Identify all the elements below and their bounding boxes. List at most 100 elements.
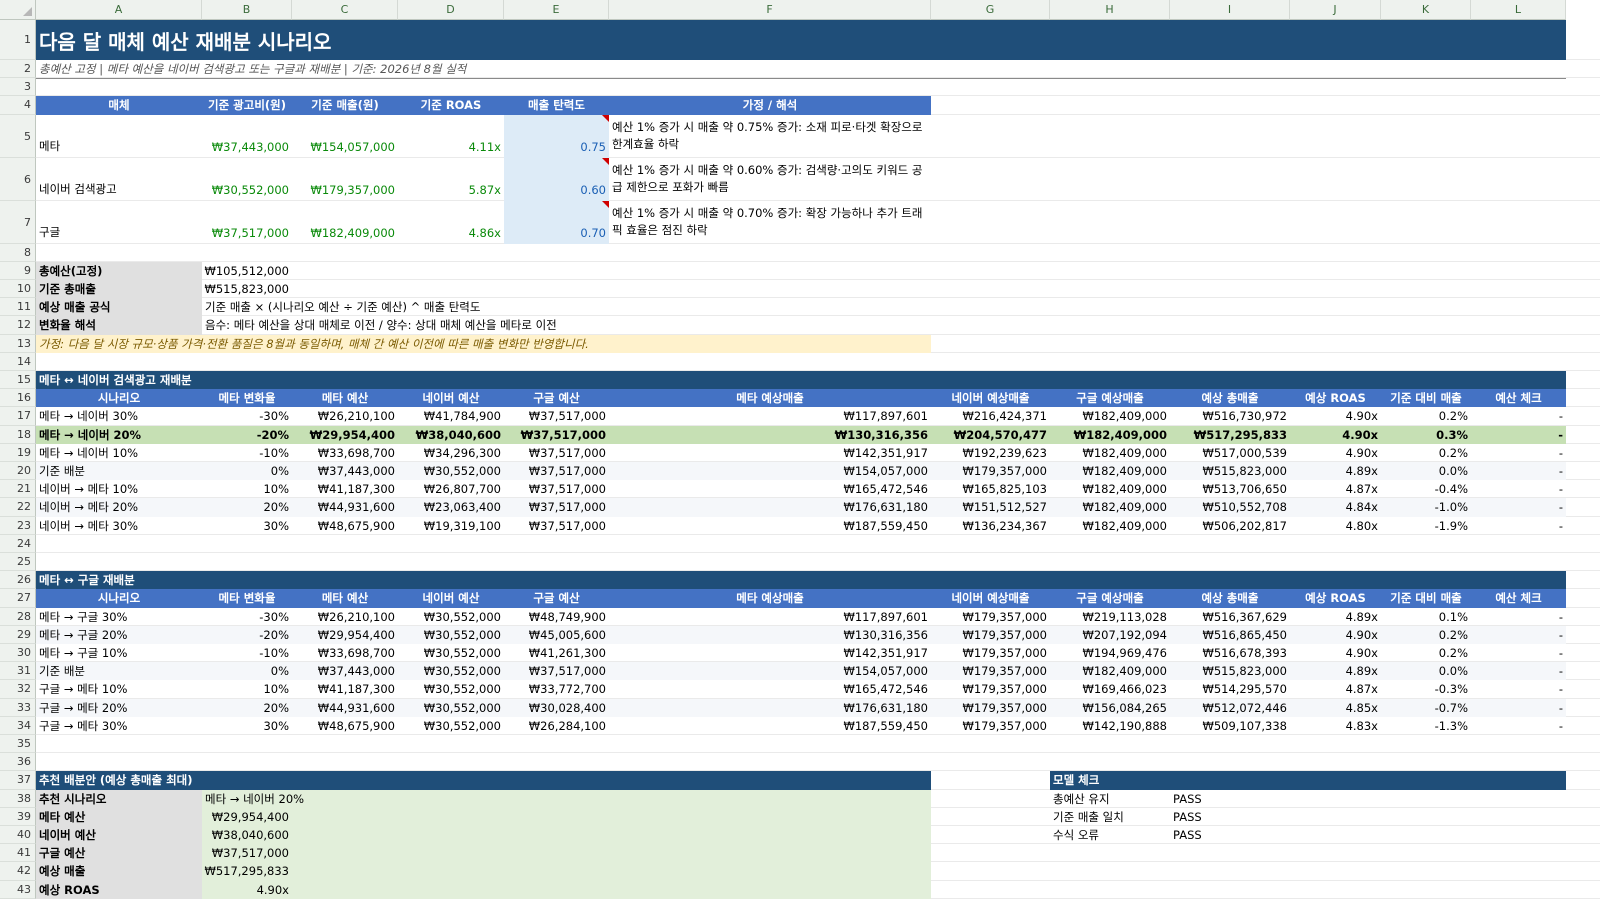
scenario-value[interactable]: 0.2% (1381, 644, 1471, 662)
scenario-header-cell[interactable]: 기준 대비 매출 (1381, 589, 1471, 607)
scenario-value[interactable]: - (1471, 462, 1566, 480)
scenario-value[interactable]: ₩30,552,000 (398, 626, 504, 644)
row-header[interactable]: 12 (0, 316, 36, 335)
column-header-l[interactable]: L (1471, 0, 1566, 20)
scenario-value[interactable]: ₩517,000,539 (1170, 444, 1290, 462)
recommend-value[interactable]: ₩517,295,833 (202, 862, 292, 880)
row-header[interactable]: 29 (0, 625, 36, 644)
scenario-value[interactable]: -1.9% (1381, 517, 1471, 535)
recommend-value[interactable]: ₩38,040,600 (202, 826, 292, 844)
scenario-value[interactable]: ₩179,357,000 (931, 699, 1050, 717)
info-label[interactable]: 예상 매출 공식 (36, 298, 202, 316)
scenario-value[interactable]: -10% (202, 644, 292, 662)
scenario-value[interactable]: ₩34,296,300 (398, 444, 504, 462)
baseline-header-cell[interactable]: 매체 (36, 96, 202, 114)
scenario-value[interactable]: ₩182,409,000 (1050, 480, 1170, 498)
row-header[interactable]: 37 (0, 771, 36, 790)
scenario-header-cell[interactable]: 예상 ROAS (1290, 389, 1381, 407)
scenario-header-cell[interactable]: 메타 예산 (292, 589, 398, 607)
column-header-j[interactable]: J (1290, 0, 1381, 20)
row-header[interactable]: 2 (0, 60, 36, 79)
column-header-b[interactable]: B (202, 0, 292, 20)
scenario-header-cell[interactable]: 메타 변화율 (202, 389, 292, 407)
scenario-value[interactable]: ₩142,351,917 (609, 444, 931, 462)
scenario-name[interactable]: 구글 → 메타 10% (36, 680, 202, 698)
model-check-label[interactable]: 수식 오류 (1050, 826, 1170, 844)
scenario-value[interactable]: ₩26,807,700 (398, 480, 504, 498)
scenario-value[interactable]: -0.7% (1381, 699, 1471, 717)
column-header-d[interactable]: D (398, 0, 504, 20)
scenario-value[interactable]: ₩516,865,450 (1170, 626, 1290, 644)
scenario-value[interactable]: ₩192,239,623 (931, 444, 1050, 462)
scenario-value[interactable]: ₩30,552,000 (398, 680, 504, 698)
media-name[interactable]: 네이버 검색광고 (36, 158, 202, 201)
row-header[interactable]: 27 (0, 589, 36, 608)
column-header-h[interactable]: H (1050, 0, 1170, 20)
row-header[interactable]: 14 (0, 352, 36, 371)
scenario-name[interactable]: 구글 → 메타 30% (36, 717, 202, 735)
row-header[interactable]: 23 (0, 516, 36, 535)
scenario-value[interactable]: ₩179,357,000 (931, 626, 1050, 644)
scenario-value[interactable]: 4.89x (1290, 608, 1381, 626)
row-header[interactable]: 3 (0, 78, 36, 97)
scenario-value[interactable]: ₩26,284,100 (504, 717, 609, 735)
scenario-value[interactable]: 0.2% (1381, 626, 1471, 644)
scenario-value[interactable]: 0% (202, 662, 292, 680)
recommend-label[interactable]: 예상 매출 (36, 862, 202, 880)
row-header[interactable]: 1 (0, 20, 36, 60)
row-header[interactable]: 16 (0, 389, 36, 408)
scenario-value[interactable]: - (1471, 662, 1566, 680)
scenario-value[interactable]: 30% (202, 517, 292, 535)
info-label[interactable]: 기준 총매출 (36, 280, 202, 298)
scenario-value[interactable]: ₩179,357,000 (931, 680, 1050, 698)
scenario-header-cell[interactable]: 예상 ROAS (1290, 589, 1381, 607)
scenario-value[interactable]: ₩179,357,000 (931, 608, 1050, 626)
scenario-value[interactable]: ₩151,512,527 (931, 498, 1050, 516)
scenario-value[interactable]: - (1471, 644, 1566, 662)
scenario-value[interactable]: 4.80x (1290, 517, 1381, 535)
scenario-name[interactable]: 메타 → 네이버 20% (36, 426, 202, 444)
scenario-value[interactable]: 10% (202, 680, 292, 698)
scenario-value[interactable]: ₩516,367,629 (1170, 608, 1290, 626)
scenario-value[interactable]: ₩182,409,000 (1050, 407, 1170, 425)
media-name[interactable]: 메타 (36, 115, 202, 158)
scenario-value[interactable]: ₩48,749,900 (504, 608, 609, 626)
row-header[interactable]: 8 (0, 243, 36, 262)
scenario-value[interactable]: - (1471, 444, 1566, 462)
scenario-header-cell[interactable]: 예산 체크 (1471, 589, 1566, 607)
scenario-value[interactable]: ₩216,424,371 (931, 407, 1050, 425)
row-header[interactable]: 6 (0, 157, 36, 201)
scenario-value[interactable]: ₩207,192,094 (1050, 626, 1170, 644)
model-check-status[interactable]: PASS (1170, 790, 1290, 808)
scenario-value[interactable]: ₩219,113,028 (1050, 608, 1170, 626)
row-header[interactable]: 34 (0, 716, 36, 735)
scenario-name[interactable]: 메타 → 구글 10% (36, 644, 202, 662)
scenario-value[interactable]: 0% (202, 462, 292, 480)
scenario-value[interactable]: ₩37,517,000 (504, 662, 609, 680)
scenario-value[interactable]: 0.1% (1381, 608, 1471, 626)
scenario-value[interactable]: ₩30,552,000 (398, 717, 504, 735)
scenario-value[interactable]: 0.2% (1381, 407, 1471, 425)
scenario-value[interactable]: -30% (202, 608, 292, 626)
row-header[interactable]: 15 (0, 371, 36, 390)
recommend-value[interactable]: ₩37,517,000 (202, 844, 292, 862)
scenario-value[interactable]: 0.0% (1381, 662, 1471, 680)
model-check-status[interactable]: PASS (1170, 826, 1290, 844)
scenario-value[interactable]: ₩37,443,000 (292, 462, 398, 480)
scenario-value[interactable]: ₩48,675,900 (292, 517, 398, 535)
column-header-k[interactable]: K (1381, 0, 1471, 20)
scenario-value[interactable]: ₩154,057,000 (609, 662, 931, 680)
scenario-value[interactable]: 4.84x (1290, 498, 1381, 516)
scenario-value[interactable]: ₩33,698,700 (292, 644, 398, 662)
scenario-value[interactable]: ₩130,316,356 (609, 626, 931, 644)
scenario-value[interactable]: ₩514,295,570 (1170, 680, 1290, 698)
scenario-value[interactable]: ₩30,552,000 (398, 644, 504, 662)
scenario-value[interactable]: ₩142,190,888 (1050, 717, 1170, 735)
scenario-value[interactable]: ₩510,552,708 (1170, 498, 1290, 516)
media-name[interactable]: 구글 (36, 201, 202, 244)
column-header-g[interactable]: G (931, 0, 1050, 20)
info-label[interactable]: 총예산(고정) (36, 262, 202, 280)
scenario-value[interactable]: ₩517,295,833 (1170, 426, 1290, 444)
scenario-value[interactable]: ₩165,472,546 (609, 480, 931, 498)
scenario-value[interactable]: 4.90x (1290, 644, 1381, 662)
